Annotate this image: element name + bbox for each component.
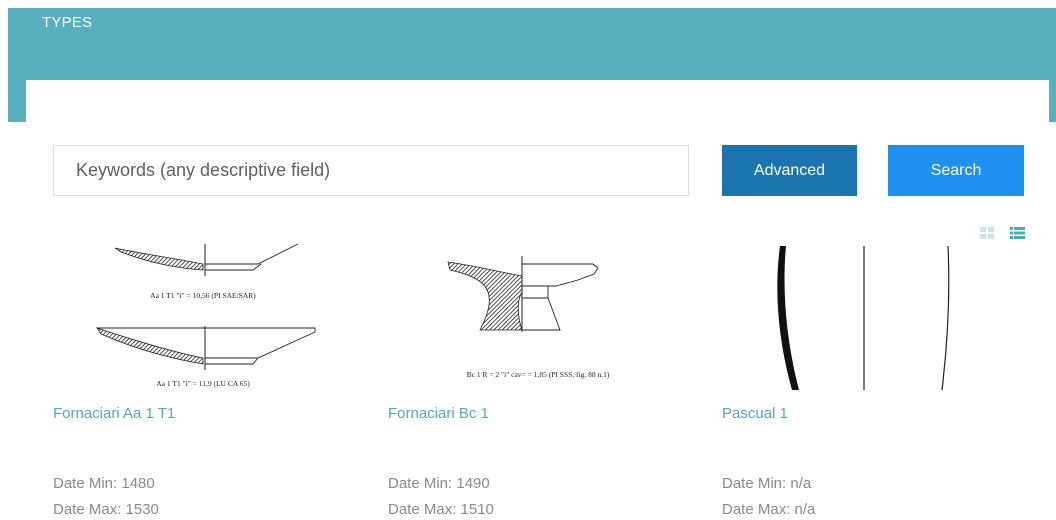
type-drawing-image[interactable]: Bc 1 R = 2 "i" cav= = 1,85 (PI SSS, fig.… [388,240,688,392]
date-min: Date Min: 1490 [388,475,490,492]
type-title-link[interactable]: Pascual 1 [722,405,788,422]
drawing-caption: Bc 1 R = 2 "i" cav= = 1,85 (PI SSS, fig.… [467,370,610,379]
page-title: TYPES [42,14,93,31]
date-min: Date Min: n/a [722,475,812,492]
type-drawing-image[interactable]: Aa 1 T1 "i" = 10,56 (PI SAE/SAR) Aa 1 T1… [53,240,353,392]
type-title-link[interactable]: Fornaciari Aa 1 T1 [53,405,175,422]
content-panel-top [26,80,1049,126]
date-min: Date Min: 1480 [53,475,155,492]
type-card[interactable]: Aa 1 T1 "i" = 10,56 (PI SAE/SAR) Aa 1 T1… [53,240,353,520]
advanced-button[interactable]: Advanced [722,145,857,196]
date-max: Date Max: 1510 [388,501,494,518]
search-input[interactable] [53,145,689,196]
drawing-caption: Aa 1 T1 "i" = 10,56 (PI SAE/SAR) [150,291,256,300]
type-card[interactable]: Bc 1 R = 2 "i" cav= = 1,85 (PI SSS, fig.… [388,240,688,520]
search-button[interactable]: Search [888,145,1024,196]
type-title-link[interactable]: Fornaciari Bc 1 [388,405,489,422]
header-banner: TYPES [8,8,1056,126]
date-max: Date Max: 1530 [53,501,159,518]
type-drawing-image[interactable] [722,240,1022,392]
type-card[interactable]: Pascual 1 Date Min: n/a Date Max: n/a [722,240,1022,520]
drawing-caption: Aa 1 T1 "i" = 11,9 (LU CA 65) [156,379,250,388]
date-max: Date Max: n/a [722,501,816,518]
